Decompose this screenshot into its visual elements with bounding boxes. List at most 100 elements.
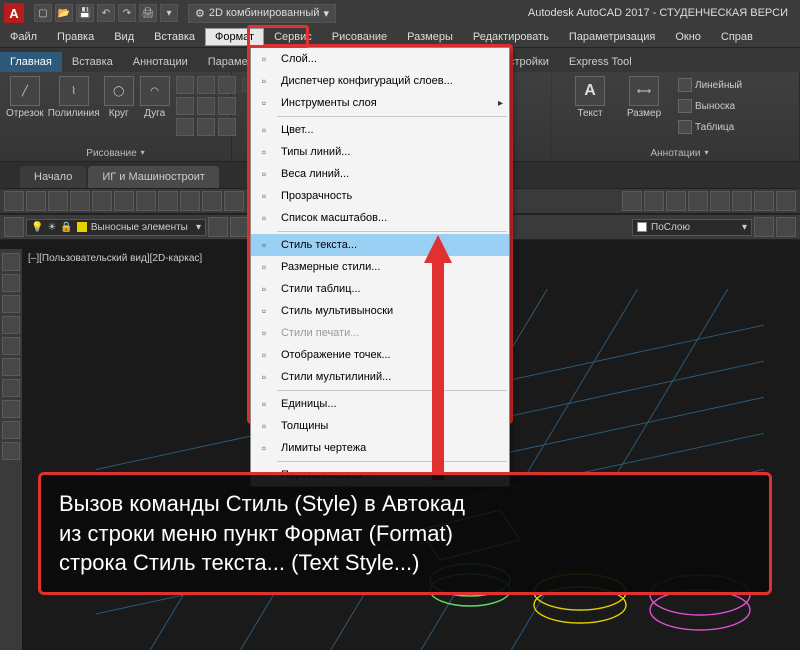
redo-icon[interactable]: ↷ — [118, 4, 136, 22]
tb-r5-icon[interactable] — [710, 191, 730, 211]
lt5-icon[interactable] — [2, 337, 20, 355]
ribbon-tab-8[interactable]: Express Tool — [559, 52, 642, 72]
line-label: Отрезок — [6, 108, 44, 119]
ribbon-tab-2[interactable]: Аннотации — [123, 52, 198, 72]
layer-tb2-icon[interactable] — [208, 217, 228, 237]
arc-label: Дуга — [144, 108, 165, 119]
tb-r1-icon[interactable] — [622, 191, 642, 211]
menu-item-icon: ▫ — [255, 258, 273, 276]
menu-item-20[interactable]: ▫Лимиты чертежа — [251, 437, 509, 459]
tb9-icon[interactable] — [180, 191, 200, 211]
tb-r3-icon[interactable] — [666, 191, 686, 211]
lt3-icon[interactable] — [2, 295, 20, 313]
tb4-icon[interactable] — [70, 191, 90, 211]
tb1-icon[interactable] — [4, 191, 24, 211]
menu-item-7[interactable]: ▫Прозрачность — [251, 185, 509, 207]
leader-button[interactable]: Выноска — [674, 97, 746, 115]
menu-item-5[interactable]: ▫Типы линий... — [251, 141, 509, 163]
layer-tb1-icon[interactable] — [4, 217, 24, 237]
lt10-icon[interactable] — [2, 442, 20, 460]
menu-item-16[interactable]: ▫Стили мультилиний... — [251, 366, 509, 388]
app-badge-icon[interactable]: A — [4, 3, 24, 23]
chevron-down-icon: ▾ — [323, 7, 329, 20]
menu-item-2[interactable]: ▫Инструменты слоя — [251, 92, 509, 114]
ribbon-tab-0[interactable]: Главная — [0, 52, 62, 72]
menu-item-6[interactable]: ▫Веса линий... — [251, 163, 509, 185]
menu-рисование[interactable]: Рисование — [322, 28, 397, 46]
tab-drawing[interactable]: ИГ и Машиностроит — [88, 166, 219, 188]
menu-item-4[interactable]: ▫Цвет... — [251, 119, 509, 141]
viewport-label[interactable]: [–][Пользовательский вид][2D-каркас] — [28, 253, 202, 264]
lt6-icon[interactable] — [2, 358, 20, 376]
tb-r2-icon[interactable] — [644, 191, 664, 211]
polyline-button[interactable]: ⌇Полилиния — [50, 76, 98, 136]
tb5-icon[interactable] — [92, 191, 112, 211]
line-button[interactable]: ╱Отрезок — [6, 76, 44, 136]
tb6-icon[interactable] — [114, 191, 134, 211]
menu-файл[interactable]: Файл — [0, 28, 47, 46]
tb7-icon[interactable] — [136, 191, 156, 211]
menu-item-13[interactable]: ▫Стиль мультивыноски — [251, 300, 509, 322]
tb2-icon[interactable] — [26, 191, 46, 211]
circle-button[interactable]: ◯Круг — [104, 76, 134, 136]
menu-справ[interactable]: Справ — [711, 28, 763, 46]
draw-panel-label[interactable]: Рисование — [6, 148, 225, 159]
arc-button[interactable]: ◠Дуга — [140, 76, 170, 136]
text-button[interactable]: AТекст — [566, 76, 614, 136]
tab-start[interactable]: Начало — [20, 166, 86, 188]
prop-tb2-icon[interactable] — [776, 217, 796, 237]
layer-combo[interactable]: 💡 ☀ 🔒 Выносные элементы ▾ — [26, 219, 206, 236]
menu-item-15[interactable]: ▫Отображение точек... — [251, 344, 509, 366]
lt8-icon[interactable] — [2, 400, 20, 418]
menu-окно[interactable]: Окно — [665, 28, 711, 46]
tb-r6-icon[interactable] — [732, 191, 752, 211]
lt9-icon[interactable] — [2, 421, 20, 439]
lt2-icon[interactable] — [2, 274, 20, 292]
undo-icon[interactable]: ↶ — [97, 4, 115, 22]
tb3-icon[interactable] — [48, 191, 68, 211]
menu-item-label: Стили таблиц... — [281, 283, 361, 295]
menu-item-10[interactable]: ▫Стиль текста... — [251, 234, 509, 256]
color-combo[interactable]: ПоСлою ▾ — [632, 219, 752, 236]
menu-вид[interactable]: Вид — [104, 28, 144, 46]
more-icon[interactable]: ▾ — [160, 4, 178, 22]
menu-item-icon: ▫ — [255, 121, 273, 139]
tb-r4-icon[interactable] — [688, 191, 708, 211]
menu-редактировать[interactable]: Редактировать — [463, 28, 559, 46]
menu-размеры[interactable]: Размеры — [397, 28, 463, 46]
menu-item-11[interactable]: ▫Размерные стили... — [251, 256, 509, 278]
dim-label: Размер — [627, 108, 661, 119]
prop-tb1-icon[interactable] — [754, 217, 774, 237]
draw-small-icons[interactable] — [176, 76, 236, 136]
menu-параметризация[interactable]: Параметризация — [559, 28, 665, 46]
lt1-icon[interactable] — [2, 253, 20, 271]
open-icon[interactable]: 📂 — [55, 4, 73, 22]
tb8-icon[interactable] — [158, 191, 178, 211]
dimension-button[interactable]: ⟷Размер — [620, 76, 668, 136]
tb-r8-icon[interactable] — [776, 191, 796, 211]
menu-item-18[interactable]: ▫Единицы... — [251, 393, 509, 415]
menu-правка[interactable]: Правка — [47, 28, 104, 46]
tb10-icon[interactable] — [202, 191, 222, 211]
menu-вставка[interactable]: Вставка — [144, 28, 205, 46]
linear-dim-button[interactable]: Линейный — [674, 76, 746, 94]
new-icon[interactable]: ▢ — [34, 4, 52, 22]
save-icon[interactable]: 💾 — [76, 4, 94, 22]
lt7-icon[interactable] — [2, 379, 20, 397]
menu-item-1[interactable]: ▫Диспетчер конфигураций слоев... — [251, 70, 509, 92]
menu-item-0[interactable]: ▫Слой... — [251, 48, 509, 70]
lt4-icon[interactable] — [2, 316, 20, 334]
tb11-icon[interactable] — [224, 191, 244, 211]
menu-формат[interactable]: Формат — [205, 28, 264, 46]
ribbon-tab-1[interactable]: Вставка — [62, 52, 123, 72]
menu-item-19[interactable]: ▫Толщины — [251, 415, 509, 437]
menu-сервис[interactable]: Сервис — [264, 28, 322, 46]
workspace-switcher[interactable]: ⚙ 2D комбинированный ▾ — [188, 4, 336, 23]
tb-r7-icon[interactable] — [754, 191, 774, 211]
menu-item-12[interactable]: ▫Стили таблиц... — [251, 278, 509, 300]
annot-panel-label[interactable]: Аннотации — [566, 148, 793, 159]
print-icon[interactable]: 🖨 — [139, 4, 157, 22]
table-button[interactable]: Таблица — [674, 118, 746, 136]
menu-item-8[interactable]: ▫Список масштабов... — [251, 207, 509, 229]
layer-tb3-icon[interactable] — [230, 217, 250, 237]
